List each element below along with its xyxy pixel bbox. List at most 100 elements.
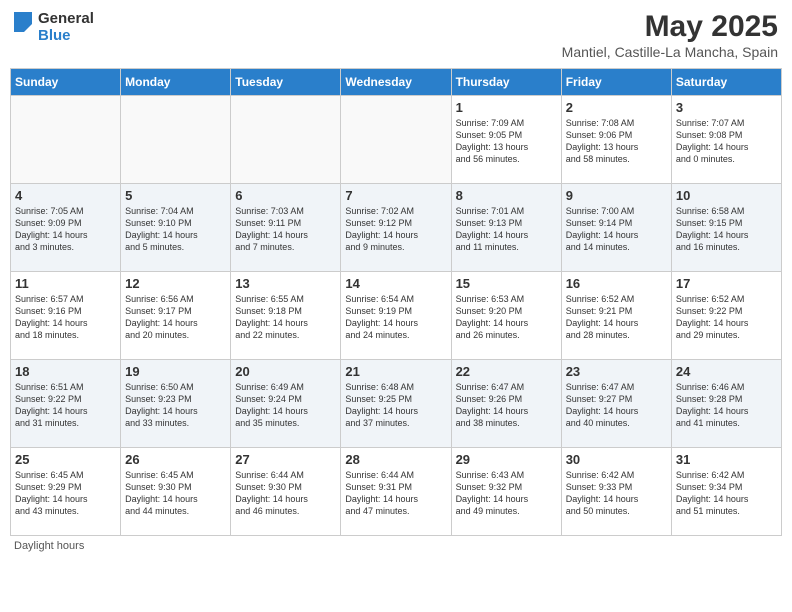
calendar-cell: 3 Sunrise: 7:07 AMSunset: 9:08 PMDaylight… (671, 96, 781, 184)
day-number: 3 (676, 100, 777, 115)
day-number: 21 (345, 364, 446, 379)
day-info: Sunrise: 6:44 AMSunset: 9:31 PMDaylight:… (345, 469, 446, 518)
day-of-week-header: Thursday (451, 69, 561, 96)
day-number: 4 (15, 188, 116, 203)
day-number: 8 (456, 188, 557, 203)
logo: General Blue (14, 10, 94, 45)
day-number: 23 (566, 364, 667, 379)
day-number: 20 (235, 364, 336, 379)
calendar-cell: 25Sunrise: 6:45 AMSunset: 9:29 PMDayligh… (11, 448, 121, 536)
calendar-cell (121, 96, 231, 184)
calendar-cell: 27 Sunrise: 6:44 AMSunset: 9:30 PMDayligh… (231, 448, 341, 536)
calendar-cell: 14 Sunrise: 6:54 AMSunset: 9:19 PMDayligh… (341, 272, 451, 360)
day-number: 15 (456, 276, 557, 291)
day-info: Sunrise: 6:54 AMSunset: 9:19 PMDaylight:… (345, 293, 446, 342)
day-info: Sunrise: 6:42 AMSunset: 9:33 PMDaylight:… (566, 469, 667, 518)
day-info: Sunrise: 6:57 AMSunset: 9:16 PMDaylight:… (15, 293, 116, 342)
day-number: 30 (566, 452, 667, 467)
calendar-cell (231, 96, 341, 184)
day-number: 10 (676, 188, 777, 203)
day-number: 26 (125, 452, 226, 467)
day-info: Sunrise: 6:44 AMSunset: 9:30 PMDaylight:… (235, 469, 336, 518)
calendar-cell: 2 Sunrise: 7:08 AMSunset: 9:06 PMDaylight… (561, 96, 671, 184)
day-info: Sunrise: 7:02 AMSunset: 9:12 PMDaylight:… (345, 205, 446, 254)
calendar-cell: 13 Sunrise: 6:55 AMSunset: 9:18 PMDayligh… (231, 272, 341, 360)
day-number: 25 (15, 452, 116, 467)
day-number: 27 (235, 452, 336, 467)
day-info: Sunrise: 7:03 AMSunset: 9:11 PMDaylight:… (235, 205, 336, 254)
day-number: 6 (235, 188, 336, 203)
day-info: Sunrise: 6:53 AMSunset: 9:20 PMDaylight:… (456, 293, 557, 342)
day-number: 2 (566, 100, 667, 115)
calendar-cell: 9Sunrise: 7:00 AMSunset: 9:14 PMDaylight… (561, 184, 671, 272)
calendar-cell: 22Sunrise: 6:47 AMSunset: 9:26 PMDayligh… (451, 360, 561, 448)
day-number: 13 (235, 276, 336, 291)
day-number: 31 (676, 452, 777, 467)
day-of-week-header: Friday (561, 69, 671, 96)
day-info: Sunrise: 6:55 AMSunset: 9:18 PMDaylight:… (235, 293, 336, 342)
day-of-week-header: Monday (121, 69, 231, 96)
logo-blue-text: Blue (38, 27, 94, 44)
calendar-cell: 10 Sunrise: 6:58 AMSunset: 9:15 PMDayligh… (671, 184, 781, 272)
calendar-cell: 12 Sunrise: 6:56 AMSunset: 9:17 PMDayligh… (121, 272, 231, 360)
calendar-cell: 5Sunrise: 7:04 AMSunset: 9:10 PMDaylight… (121, 184, 231, 272)
day-info: Sunrise: 6:46 AMSunset: 9:28 PMDaylight:… (676, 381, 777, 430)
calendar-cell: 21 Sunrise: 6:48 AMSunset: 9:25 PMDayligh… (341, 360, 451, 448)
day-info: Sunrise: 7:08 AMSunset: 9:06 PMDaylight:… (566, 117, 667, 166)
day-info: Sunrise: 6:51 AMSunset: 9:22 PMDaylight:… (15, 381, 116, 430)
day-number: 9 (566, 188, 667, 203)
day-info: Sunrise: 7:01 AMSunset: 9:13 PMDaylight:… (456, 205, 557, 254)
calendar-cell (341, 96, 451, 184)
calendar-cell: 31 Sunrise: 6:42 AMSunset: 9:34 PMDayligh… (671, 448, 781, 536)
calendar-cell (11, 96, 121, 184)
day-info: Sunrise: 6:58 AMSunset: 9:15 PMDaylight:… (676, 205, 777, 254)
calendar-cell: 19 Sunrise: 6:50 AMSunset: 9:23 PMDayligh… (121, 360, 231, 448)
day-info: Sunrise: 7:04 AMSunset: 9:10 PMDaylight:… (125, 205, 226, 254)
day-info: Sunrise: 7:09 AMSunset: 9:05 PMDaylight:… (456, 117, 557, 166)
title-area: May 2025 Mantiel, Castille-La Mancha, Sp… (562, 10, 778, 60)
day-of-week-header: Wednesday (341, 69, 451, 96)
day-info: Sunrise: 6:47 AMSunset: 9:27 PMDaylight:… (566, 381, 667, 430)
calendar-cell: 17Sunrise: 6:52 AMSunset: 9:22 PMDayligh… (671, 272, 781, 360)
calendar-cell: 6 Sunrise: 7:03 AMSunset: 9:11 PMDaylight… (231, 184, 341, 272)
calendar-cell: 15 Sunrise: 6:53 AMSunset: 9:20 PMDayligh… (451, 272, 561, 360)
calendar-cell: 29Sunrise: 6:43 AMSunset: 9:32 PMDayligh… (451, 448, 561, 536)
location-title: Mantiel, Castille-La Mancha, Spain (562, 44, 778, 60)
calendar-cell: 4 Sunrise: 7:05 AMSunset: 9:09 PMDaylight… (11, 184, 121, 272)
day-info: Sunrise: 6:52 AMSunset: 9:22 PMDaylight:… (676, 293, 777, 342)
day-info: Sunrise: 6:52 AMSunset: 9:21 PMDaylight:… (566, 293, 667, 342)
footer-note: Daylight hours (10, 540, 782, 552)
day-info: Sunrise: 6:47 AMSunset: 9:26 PMDaylight:… (456, 381, 557, 430)
page-header: General Blue May 2025 Mantiel, Castille-… (10, 10, 782, 60)
calendar-cell: 24 Sunrise: 6:46 AMSunset: 9:28 PMDayligh… (671, 360, 781, 448)
day-number: 11 (15, 276, 116, 291)
day-info: Sunrise: 7:05 AMSunset: 9:09 PMDaylight:… (15, 205, 116, 254)
day-info: Sunrise: 7:07 AMSunset: 9:08 PMDaylight:… (676, 117, 777, 166)
day-info: Sunrise: 6:43 AMSunset: 9:32 PMDaylight:… (456, 469, 557, 518)
day-number: 16 (566, 276, 667, 291)
day-info: Sunrise: 6:42 AMSunset: 9:34 PMDaylight:… (676, 469, 777, 518)
calendar-cell: 23 Sunrise: 6:47 AMSunset: 9:27 PMDayligh… (561, 360, 671, 448)
day-of-week-header: Sunday (11, 69, 121, 96)
calendar-cell: 28 Sunrise: 6:44 AMSunset: 9:31 PMDayligh… (341, 448, 451, 536)
day-of-week-header: Saturday (671, 69, 781, 96)
day-number: 12 (125, 276, 226, 291)
calendar-cell: 11 Sunrise: 6:57 AMSunset: 9:16 PMDayligh… (11, 272, 121, 360)
day-number: 14 (345, 276, 446, 291)
day-of-week-header: Tuesday (231, 69, 341, 96)
day-number: 7 (345, 188, 446, 203)
day-info: Sunrise: 6:48 AMSunset: 9:25 PMDaylight:… (345, 381, 446, 430)
calendar-cell: 18Sunrise: 6:51 AMSunset: 9:22 PMDayligh… (11, 360, 121, 448)
day-number: 28 (345, 452, 446, 467)
calendar-cell: 8 Sunrise: 7:01 AMSunset: 9:13 PMDaylight… (451, 184, 561, 272)
day-info: Sunrise: 6:45 AMSunset: 9:30 PMDaylight:… (125, 469, 226, 518)
calendar-table: SundayMondayTuesdayWednesdayThursdayFrid… (10, 68, 782, 536)
day-info: Sunrise: 6:49 AMSunset: 9:24 PMDaylight:… (235, 381, 336, 430)
day-number: 19 (125, 364, 226, 379)
calendar-cell: 20 Sunrise: 6:49 AMSunset: 9:24 PMDayligh… (231, 360, 341, 448)
month-title: May 2025 (562, 10, 778, 44)
day-info: Sunrise: 6:50 AMSunset: 9:23 PMDaylight:… (125, 381, 226, 430)
day-number: 24 (676, 364, 777, 379)
day-info: Sunrise: 6:56 AMSunset: 9:17 PMDaylight:… (125, 293, 226, 342)
calendar-cell: 30 Sunrise: 6:42 AMSunset: 9:33 PMDayligh… (561, 448, 671, 536)
